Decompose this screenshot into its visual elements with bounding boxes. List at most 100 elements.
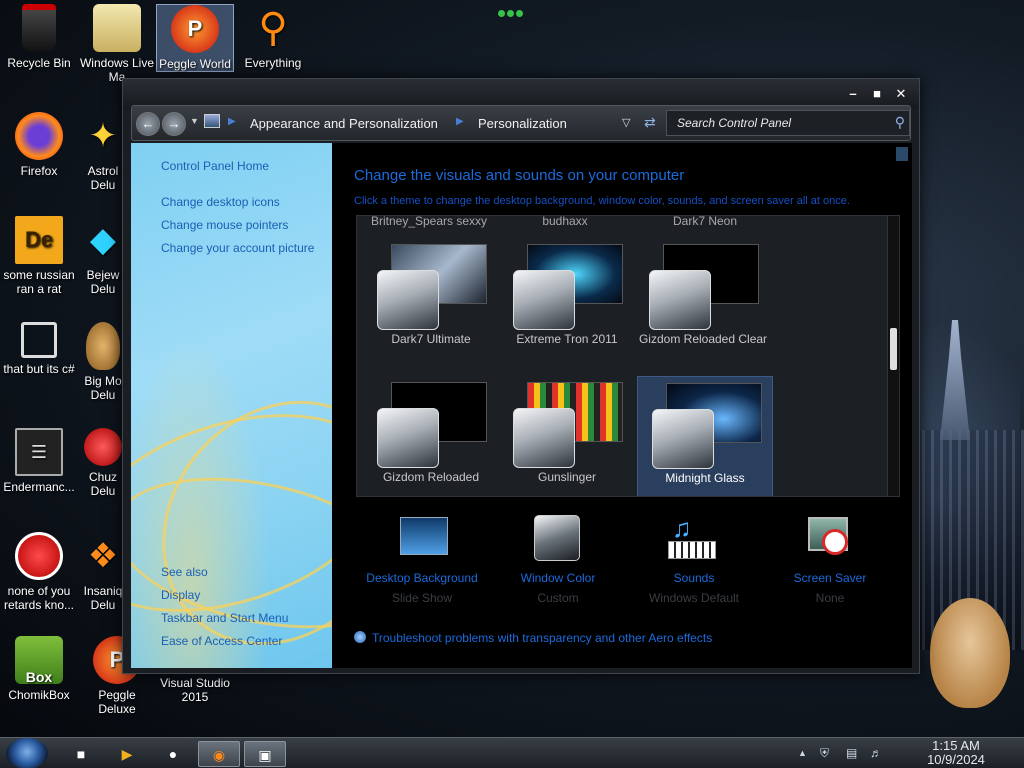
window-color-setting[interactable]: Window Color Custom <box>490 513 626 605</box>
wallpaper-lights <box>498 6 528 17</box>
setting-value: Windows Default <box>648 591 740 605</box>
no-sign-icon <box>822 529 848 555</box>
network-icon[interactable]: ▤ <box>846 746 857 760</box>
display-link[interactable]: Display <box>161 588 200 602</box>
theme-preview-glass <box>377 408 439 468</box>
breadcrumb-personalization[interactable]: Personalization <box>478 116 567 131</box>
music-note-icon: ♫ <box>672 513 692 543</box>
setting-value: Slide Show <box>391 591 453 605</box>
setting-value: Custom <box>537 591 579 605</box>
theme-name: Midnight Glass <box>665 471 745 485</box>
shield-icon[interactable]: ⛨ <box>820 746 829 761</box>
firefox-icon <box>15 112 63 160</box>
theme-name: Gizdom Reloaded <box>382 470 480 484</box>
refresh-icon[interactable]: ⇄ <box>644 114 656 131</box>
change-desktop-icons-link[interactable]: Change desktop icons <box>161 195 280 209</box>
task-pane: Control Panel Home Change desktop icons … <box>131 143 332 668</box>
desktop-icon-recycle-bin[interactable]: Recycle Bin <box>0 4 78 70</box>
firefox-taskbar-icon[interactable]: ◉ <box>198 741 240 767</box>
gallery-scrollbar[interactable] <box>887 216 899 496</box>
theme-item-gizdom-reloaded[interactable]: Gizdom Reloaded <box>363 376 499 496</box>
taskbar-start-menu-link[interactable]: Taskbar and Start Menu <box>161 611 288 625</box>
wallpaper-swatch <box>400 517 448 555</box>
de-icon: De <box>15 216 63 264</box>
desktop-icon-astrol[interactable]: ✦ Astrol Delu <box>78 112 128 192</box>
taskbar: ■ ▶ ● ◉ ▣ ▲ ⛨ ▤ ♬ 1:15 AM 10/9/2024 <box>0 737 1024 768</box>
theme-name: Gizdom Reloaded Clear <box>638 332 768 346</box>
clock-time: 1:15 AM <box>932 738 980 753</box>
address-dropdown-icon[interactable]: ▽ <box>622 116 630 129</box>
back-button[interactable]: ← <box>136 112 160 136</box>
volume-icon[interactable]: ♬ <box>870 746 882 760</box>
desktop-icon-firefox[interactable]: Firefox <box>0 112 78 178</box>
desktop-icon-peggle-world[interactable]: P Peggle World <box>156 4 234 72</box>
change-mouse-pointers-link[interactable]: Change mouse pointers <box>161 218 288 232</box>
screen-saver-setting[interactable]: Screen Saver None <box>762 513 898 605</box>
desktop-icon-everything[interactable]: ⚲ Everything <box>234 4 312 70</box>
personalization-window: – ■ ✕ ← → ▼ ▶ Appearance and Personaliza… <box>122 78 920 674</box>
theme-label-top[interactable]: Britney_Spears sexxy <box>361 216 497 228</box>
box-icon: Box <box>15 636 63 684</box>
theme-item-dark7-ultimate[interactable]: Dark7 Ultimate <box>363 238 499 362</box>
terminal-icon: ☰ <box>15 428 63 476</box>
change-account-picture-link[interactable]: Change your account picture <box>161 241 314 255</box>
theme-item-extreme-tron-2011[interactable]: Extreme Tron 2011 <box>499 238 635 362</box>
fish-icon: ❖ <box>87 537 119 575</box>
desktop-icon-none-of-you[interactable]: none of you retards kno... <box>0 532 78 612</box>
theme-item-gizdom-reloaded-clear[interactable]: Gizdom Reloaded Clear <box>635 238 771 362</box>
theme-preview-glass <box>513 270 575 330</box>
close-button[interactable]: ✕ <box>893 87 909 101</box>
search-input[interactable]: Search Control Panel <box>677 116 791 130</box>
desktop-icon-that-but-its-csharp[interactable]: that but its c# <box>0 322 78 376</box>
desktop-icon-chuzzle[interactable]: Chuz Delu <box>78 428 128 498</box>
moneybag-icon <box>86 322 120 370</box>
start-button[interactable] <box>6 738 48 768</box>
scrollbar-thumb[interactable] <box>890 328 897 370</box>
hamster-image <box>930 598 1010 708</box>
star-icon: ✦ <box>88 117 118 155</box>
breadcrumb-arrow-icon[interactable]: ▶ <box>228 116 236 127</box>
ease-of-access-link[interactable]: Ease of Access Center <box>161 634 282 648</box>
troubleshoot-aero-link[interactable]: Troubleshoot problems with transparency … <box>354 631 712 645</box>
search-icon[interactable]: ⚲ <box>895 114 905 131</box>
maximize-button[interactable]: ■ <box>869 87 885 101</box>
desktop-icon-chomikbox[interactable]: Box ChomikBox <box>0 636 78 702</box>
theme-name: Extreme Tron 2011 <box>516 332 618 346</box>
theme-item-gunslinger[interactable]: Gunslinger <box>499 376 635 496</box>
breadcrumb-arrow-icon[interactable]: ▶ <box>456 116 464 127</box>
taskbar-app-icon[interactable]: ● <box>152 741 194 767</box>
sounds-setting[interactable]: ♫ Sounds Windows Default <box>626 513 762 605</box>
media-player-icon[interactable]: ▶ <box>106 741 148 767</box>
setting-name: Screen Saver <box>793 571 867 585</box>
theme-gallery: Britney_Spears sexxy budhaxx Dark7 Neon … <box>356 215 900 497</box>
desktop-background-setting[interactable]: Desktop Background Slide Show <box>354 513 490 605</box>
theme-label-top[interactable]: Dark7 Neon <box>637 216 773 228</box>
desktop-icon-some-russian-ran-a-rat[interactable]: De some russian ran a rat <box>0 216 78 296</box>
desktop-icon-bejeweled[interactable]: ◆ Bejew Delu <box>78 216 128 296</box>
theme-preview-glass <box>649 270 711 330</box>
help-icon[interactable] <box>896 147 908 161</box>
setting-name: Window Color <box>520 571 596 585</box>
search-box[interactable]: Search Control Panel ⚲ <box>666 110 910 136</box>
control-panel-taskbar-icon[interactable]: ▣ <box>244 741 286 767</box>
setting-name: Desktop Background <box>366 571 478 585</box>
control-panel-home-link[interactable]: Control Panel Home <box>161 159 269 173</box>
theme-item-midnight-glass[interactable]: Midnight Glass <box>637 376 773 496</box>
clock[interactable]: 1:15 AM 10/9/2024 <box>900 739 1012 767</box>
desktop-icon-big-money[interactable]: Big Mo Delu <box>78 322 128 402</box>
theme-preview <box>509 242 629 332</box>
desktop-icon-windows-live-mail[interactable]: Windows Live Ma <box>78 4 156 84</box>
breadcrumb-appearance[interactable]: Appearance and Personalization <box>250 116 438 131</box>
theme-preview <box>648 381 768 471</box>
theme-name: Gunslinger <box>537 470 597 484</box>
theme-label-top[interactable]: budhaxx <box>497 216 633 228</box>
desktop-icon-visual-studio-2015[interactable]: Visual Studio 2015 <box>156 676 234 704</box>
minimize-button[interactable]: – <box>845 87 861 101</box>
show-hidden-icons-icon[interactable]: ▲ <box>798 748 807 758</box>
recent-pages-dropdown-icon[interactable]: ▼ <box>190 116 199 126</box>
trash-icon <box>22 4 56 52</box>
desktop-icon-endermanch[interactable]: ☰ Endermanc... <box>0 428 78 494</box>
desktop-icon-insaniquarium[interactable]: ❖ Insaniq Delu <box>78 532 128 612</box>
taskbar-app-icon[interactable]: ■ <box>60 741 102 767</box>
forward-button[interactable]: → <box>162 112 186 136</box>
